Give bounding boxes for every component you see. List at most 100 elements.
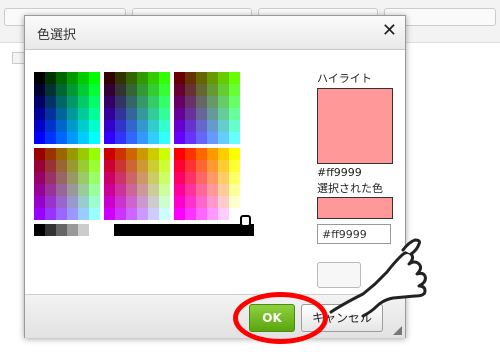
color-swatch[interactable]	[148, 108, 159, 120]
color-swatch[interactable]	[56, 208, 67, 220]
color-swatch[interactable]	[45, 96, 56, 108]
color-swatch[interactable]	[104, 184, 115, 196]
color-swatch[interactable]	[78, 160, 89, 172]
color-swatch[interactable]	[89, 72, 100, 84]
color-swatch[interactable]	[34, 160, 45, 172]
resize-handle[interactable]	[393, 326, 402, 335]
color-swatch[interactable]	[115, 196, 126, 208]
color-swatch[interactable]	[104, 108, 115, 120]
color-swatch[interactable]	[67, 160, 78, 172]
color-swatch[interactable]	[67, 120, 78, 132]
color-swatch[interactable]	[89, 184, 100, 196]
color-swatch[interactable]	[148, 72, 159, 84]
color-swatch[interactable]	[174, 72, 185, 84]
color-swatch[interactable]	[45, 160, 56, 172]
color-swatch[interactable]	[126, 132, 137, 144]
color-swatch[interactable]	[67, 96, 78, 108]
color-swatch[interactable]	[104, 208, 115, 220]
color-swatch[interactable]	[45, 208, 56, 220]
color-swatch[interactable]	[78, 72, 89, 84]
color-swatch[interactable]	[148, 132, 159, 144]
color-swatch[interactable]	[218, 196, 229, 208]
color-swatch[interactable]	[126, 120, 137, 132]
color-swatch[interactable]	[148, 172, 159, 184]
color-swatch[interactable]	[45, 120, 56, 132]
color-swatch[interactable]	[45, 132, 56, 144]
color-swatch[interactable]	[148, 160, 159, 172]
color-swatch[interactable]	[174, 120, 185, 132]
color-swatch[interactable]	[148, 196, 159, 208]
color-swatch[interactable]	[159, 148, 170, 160]
color-swatch[interactable]	[137, 72, 148, 84]
color-swatch[interactable]	[229, 96, 240, 108]
color-swatch[interactable]	[174, 84, 185, 96]
color-swatch[interactable]	[229, 84, 240, 96]
color-swatch[interactable]	[137, 184, 148, 196]
color-swatch[interactable]	[78, 196, 89, 208]
color-swatch[interactable]	[229, 108, 240, 120]
color-swatch[interactable]	[89, 96, 100, 108]
color-swatch[interactable]	[159, 196, 170, 208]
color-swatch[interactable]	[67, 196, 78, 208]
color-swatch[interactable]	[174, 160, 185, 172]
color-swatch[interactable]	[45, 196, 56, 208]
color-swatch[interactable]	[218, 72, 229, 84]
color-swatch[interactable]	[137, 148, 148, 160]
color-swatch[interactable]	[34, 148, 45, 160]
color-swatch[interactable]	[104, 132, 115, 144]
color-swatch[interactable]	[185, 132, 196, 144]
color-swatch[interactable]	[137, 132, 148, 144]
color-swatch[interactable]	[137, 160, 148, 172]
color-swatch[interactable]	[174, 108, 185, 120]
color-swatch[interactable]	[78, 172, 89, 184]
color-swatch[interactable]	[78, 208, 89, 220]
color-swatch[interactable]	[148, 148, 159, 160]
color-swatch[interactable]	[159, 160, 170, 172]
color-swatch[interactable]	[67, 84, 78, 96]
color-swatch[interactable]	[174, 132, 185, 144]
color-swatch[interactable]	[185, 172, 196, 184]
color-swatch[interactable]	[78, 132, 89, 144]
color-swatch[interactable]	[56, 132, 67, 144]
grey-swatch[interactable]	[45, 224, 56, 236]
color-swatch[interactable]	[126, 108, 137, 120]
color-swatch[interactable]	[78, 148, 89, 160]
color-swatch[interactable]	[196, 72, 207, 84]
color-swatch[interactable]	[218, 184, 229, 196]
color-swatch[interactable]	[89, 84, 100, 96]
color-swatch[interactable]	[78, 120, 89, 132]
color-swatch[interactable]	[34, 172, 45, 184]
color-swatch[interactable]	[45, 172, 56, 184]
color-swatch[interactable]	[115, 96, 126, 108]
color-swatch[interactable]	[137, 84, 148, 96]
color-swatch[interactable]	[207, 108, 218, 120]
color-swatch[interactable]	[89, 148, 100, 160]
color-swatch[interactable]	[218, 84, 229, 96]
color-swatch[interactable]	[89, 108, 100, 120]
color-swatch[interactable]	[115, 184, 126, 196]
color-swatch[interactable]	[185, 160, 196, 172]
color-swatch[interactable]	[159, 108, 170, 120]
color-swatch[interactable]	[78, 108, 89, 120]
color-swatch[interactable]	[185, 84, 196, 96]
color-swatch[interactable]	[159, 84, 170, 96]
color-swatch[interactable]	[185, 72, 196, 84]
color-swatch[interactable]	[159, 184, 170, 196]
black-swatch-bar[interactable]	[114, 224, 254, 236]
color-swatch[interactable]	[185, 120, 196, 132]
color-swatch[interactable]	[67, 172, 78, 184]
color-swatch[interactable]	[196, 108, 207, 120]
color-swatch[interactable]	[126, 160, 137, 172]
color-swatch[interactable]	[185, 208, 196, 220]
color-swatch[interactable]	[67, 108, 78, 120]
color-swatch[interactable]	[229, 120, 240, 132]
color-swatch[interactable]	[185, 196, 196, 208]
color-swatch[interactable]	[218, 172, 229, 184]
color-swatch[interactable]	[137, 196, 148, 208]
color-swatch[interactable]	[104, 96, 115, 108]
color-swatch[interactable]	[56, 196, 67, 208]
color-swatch[interactable]	[126, 196, 137, 208]
color-swatch[interactable]	[126, 84, 137, 96]
color-swatch[interactable]	[207, 196, 218, 208]
color-swatch[interactable]	[196, 84, 207, 96]
